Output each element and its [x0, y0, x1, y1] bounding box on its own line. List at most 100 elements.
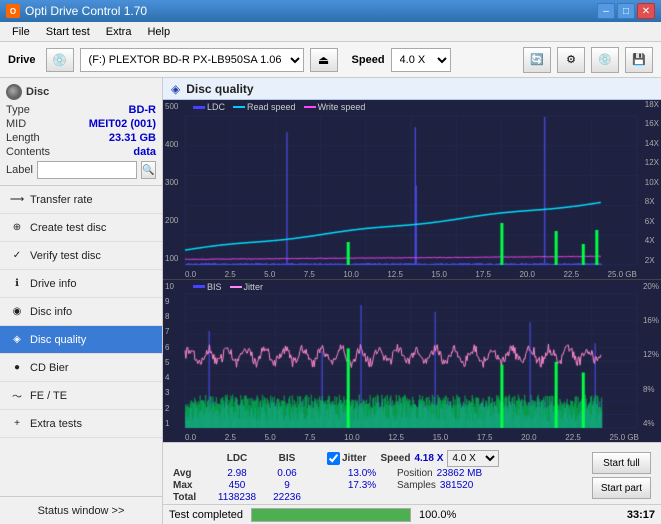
- sidebar-item-extra-tests[interactable]: + Extra tests: [0, 410, 162, 438]
- write-speed-legend-label: Write speed: [318, 102, 366, 112]
- disc-length-val: 23.31 GB: [109, 132, 156, 144]
- bis-header2: BIS: [263, 453, 311, 464]
- fe-te-icon: 〜: [10, 389, 24, 403]
- refresh-btn[interactable]: 🔄: [523, 47, 551, 73]
- start-part-btn2[interactable]: Start part: [592, 477, 651, 499]
- bot-chart-y-10: 10: [165, 282, 174, 291]
- menu-extra[interactable]: Extra: [98, 24, 140, 40]
- top-chart-yr-6x: 6X: [645, 217, 659, 226]
- disc-btn[interactable]: 💿: [591, 47, 619, 73]
- sidebar: Disc Type BD-R MID MEIT02 (001) Length 2…: [0, 78, 163, 524]
- x-label-12-5: 12.5: [388, 433, 404, 442]
- top-chart-y-400: 400: [165, 140, 178, 149]
- disc-info-icon: ◉: [10, 305, 24, 319]
- settings-btn[interactable]: ⚙: [557, 47, 585, 73]
- top-x-8: 20.0: [519, 270, 535, 279]
- title-bar: O Opti Drive Control 1.70 – □ ✕: [0, 0, 661, 22]
- transfer-rate-icon: ⟶: [10, 193, 24, 207]
- x-label-22-5: 22.5: [565, 433, 581, 442]
- jitter-chk2[interactable]: [327, 452, 340, 465]
- speed-label: Speed: [352, 54, 385, 66]
- x-label-10: 10.0: [344, 433, 360, 442]
- sidebar-item-transfer-rate[interactable]: ⟶ Transfer rate: [0, 186, 162, 214]
- sidebar-item-disc-quality[interactable]: ◈ Disc quality: [0, 326, 162, 354]
- sidebar-item-cd-bier[interactable]: ● CD Bier: [0, 354, 162, 382]
- bot-chart-y-2: 2: [165, 404, 174, 413]
- bot-chart-y-3: 3: [165, 388, 174, 397]
- x-label-5: 5.0: [265, 433, 276, 442]
- jitter-legend-color: [230, 286, 242, 288]
- speed-select[interactable]: 4.0 X: [391, 48, 451, 72]
- drive-info-icon: ℹ: [10, 277, 24, 291]
- start-full-btn2[interactable]: Start full: [592, 452, 651, 474]
- read-speed-legend-label: Read speed: [247, 102, 296, 112]
- status-window-label: Status window >>: [38, 505, 125, 517]
- eject-btn[interactable]: ⏏: [310, 48, 338, 72]
- sidebar-item-label-transfer-rate: Transfer rate: [30, 194, 93, 206]
- status-progress-pct: 100.0%: [419, 509, 456, 521]
- top-x-7: 17.5: [475, 270, 491, 279]
- disc-contents-val: data: [133, 146, 156, 158]
- create-test-disc-icon: ⊕: [10, 221, 24, 235]
- sidebar-item-drive-info[interactable]: ℹ Drive info: [0, 270, 162, 298]
- disc-label-input[interactable]: [37, 161, 137, 179]
- bot-chart-yr-8: 8%: [643, 385, 659, 394]
- drive-select[interactable]: (F:) PLEXTOR BD-R PX-LB950SA 1.06: [80, 48, 304, 72]
- jitter-legend-label: Jitter: [244, 282, 264, 292]
- sidebar-item-fe-te[interactable]: 〜 FE / TE: [0, 382, 162, 410]
- toolbar: Drive 💿 (F:) PLEXTOR BD-R PX-LB950SA 1.0…: [0, 42, 661, 78]
- status-time: 33:17: [627, 509, 655, 521]
- top-x-5: 12.5: [387, 270, 403, 279]
- bot-chart-y-7: 7: [165, 327, 174, 336]
- sidebar-item-label-disc-info: Disc info: [30, 306, 72, 318]
- status-progress-bar: [251, 508, 411, 522]
- sidebar-item-verify-test-disc[interactable]: ✓ Verify test disc: [0, 242, 162, 270]
- disc-mid-val: MEIT02 (001): [89, 118, 156, 130]
- menu-help[interactable]: Help: [139, 24, 178, 40]
- bis-legend-color: [193, 285, 205, 288]
- status-window-btn[interactable]: Status window >>: [0, 496, 162, 524]
- bis-legend-label: BIS: [207, 282, 222, 292]
- disc-contents-key: Contents: [6, 146, 50, 158]
- bot-chart-y-6: 6: [165, 343, 174, 352]
- close-button[interactable]: ✕: [637, 3, 655, 19]
- chart-area: ◈ Disc quality LDC Read speed: [163, 78, 661, 524]
- maximize-button[interactable]: □: [617, 3, 635, 19]
- sidebar-item-disc-info[interactable]: ◉ Disc info: [0, 298, 162, 326]
- top-chart-y-500: 500: [165, 102, 178, 111]
- x-label-15: 15.0: [433, 433, 449, 442]
- top-chart-y-100: 100: [165, 254, 178, 263]
- disc-label-key: Label: [6, 164, 33, 176]
- bot-chart-y-5: 5: [165, 358, 174, 367]
- bot-chart-y-1: 1: [165, 419, 174, 428]
- menu-file[interactable]: File: [4, 24, 38, 40]
- bot-chart-yr-4: 4%: [643, 419, 659, 428]
- disc-length-key: Length: [6, 132, 40, 144]
- disc-mid-key: MID: [6, 118, 26, 130]
- top-chart-yr-16x: 16X: [645, 119, 659, 128]
- sidebar-item-create-test-disc[interactable]: ⊕ Create test disc: [0, 214, 162, 242]
- bot-chart-yr-20: 20%: [643, 282, 659, 291]
- ldc-legend-label: LDC: [207, 102, 225, 112]
- speed-sel2[interactable]: 4.0 X: [447, 450, 499, 467]
- menu-start-test[interactable]: Start test: [38, 24, 98, 40]
- top-chart-yr-8x: 8X: [645, 197, 659, 206]
- disc-quality-icon: ◈: [10, 333, 24, 347]
- bot-chart-y-8: 8: [165, 312, 174, 321]
- x-label-7-5: 7.5: [304, 433, 315, 442]
- read-speed-legend-color: [233, 106, 245, 108]
- top-chart-yr-4x: 4X: [645, 236, 659, 245]
- disc-label-btn[interactable]: 🔍: [141, 161, 156, 179]
- sidebar-menu: ⟶ Transfer rate ⊕ Create test disc ✓ Ver…: [0, 186, 162, 438]
- drive-label: Drive: [8, 54, 36, 66]
- top-x-6: 15.0: [431, 270, 447, 279]
- app-icon: O: [6, 4, 20, 18]
- drive-icon-btn[interactable]: 💿: [46, 48, 74, 72]
- top-x-10: 25.0 GB: [608, 270, 637, 279]
- x-label-2-5: 2.5: [225, 433, 236, 442]
- status-bar: Test completed 100.0% 33:17: [163, 504, 661, 524]
- top-x-3: 7.5: [304, 270, 315, 279]
- save-btn[interactable]: 💾: [625, 47, 653, 73]
- x-label-0: 0.0: [185, 433, 196, 442]
- minimize-button[interactable]: –: [597, 3, 615, 19]
